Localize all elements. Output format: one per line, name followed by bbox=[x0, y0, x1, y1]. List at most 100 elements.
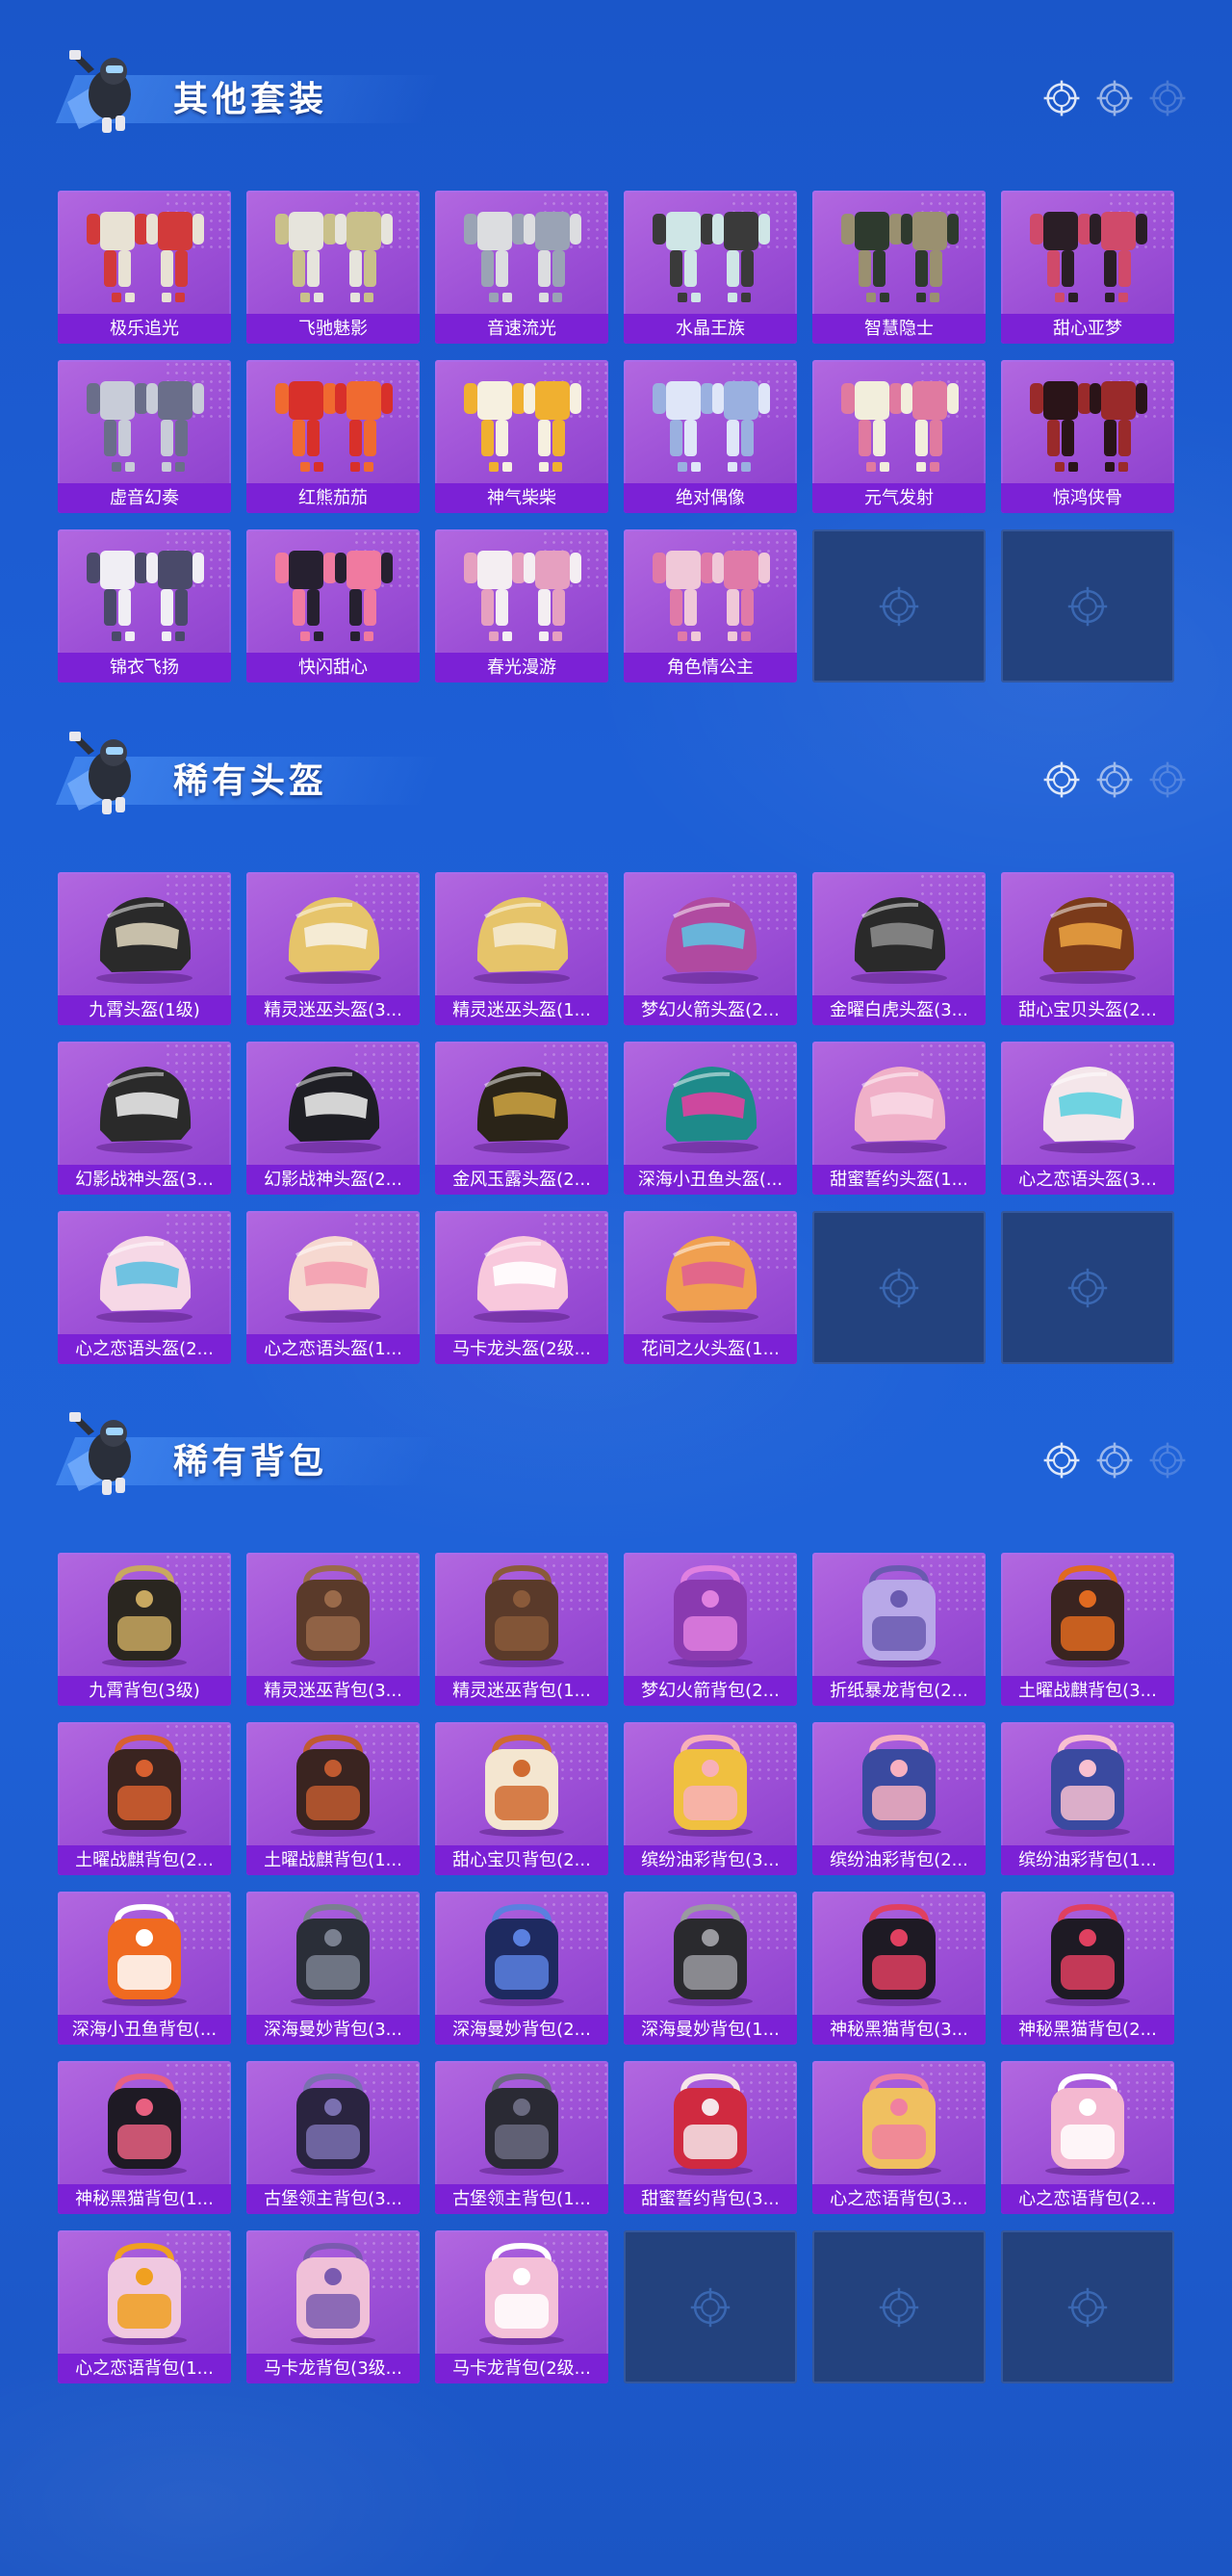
backpack-card[interactable]: 马卡龙背包(2级... bbox=[435, 2230, 608, 2383]
item-name: 元气发射 bbox=[812, 483, 986, 513]
helmet-card[interactable]: 马卡龙头盔(2级... bbox=[435, 1211, 608, 1364]
helmet-card[interactable]: 甜心宝贝头盔(2... bbox=[1001, 872, 1174, 1025]
helmet-image bbox=[851, 897, 947, 984]
backpack-card[interactable]: 九霄背包(3级) bbox=[58, 1553, 231, 1706]
backpack-card[interactable]: 缤纷油彩背包(2... bbox=[812, 1722, 986, 1875]
backpack-card[interactable]: 精灵迷巫背包(3... bbox=[246, 1553, 420, 1706]
backpack-image bbox=[668, 1734, 753, 1837]
suit-card[interactable]: 春光漫游 bbox=[435, 529, 608, 683]
item-name: 幻影战神头盔(3... bbox=[58, 1165, 231, 1195]
item-name: 精灵迷巫背包(3... bbox=[246, 1676, 420, 1706]
item-name: 金曜白虎头盔(3... bbox=[812, 995, 986, 1025]
suit-card[interactable]: 飞驰魅影 bbox=[246, 191, 420, 344]
suit-card[interactable]: 极乐追光 bbox=[58, 191, 231, 344]
item-name: 精灵迷巫头盔(3... bbox=[246, 995, 420, 1025]
item-name: 绝对偶像 bbox=[624, 483, 797, 513]
backpack-card[interactable]: 梦幻火箭背包(2... bbox=[624, 1553, 797, 1706]
suit-image bbox=[653, 212, 770, 302]
suit-card[interactable]: 锦衣飞扬 bbox=[58, 529, 231, 683]
backpack-card[interactable]: 甜心宝贝背包(2... bbox=[435, 1722, 608, 1875]
suit-card[interactable]: 惊鸿侠骨 bbox=[1001, 360, 1174, 513]
backpack-card[interactable]: 心之恋语背包(1... bbox=[58, 2230, 231, 2383]
suit-card[interactable]: 神气柴柴 bbox=[435, 360, 608, 513]
helmet-card[interactable]: 精灵迷巫头盔(1... bbox=[435, 872, 608, 1025]
suit-card[interactable]: 虚音幻奏 bbox=[58, 360, 231, 513]
backpack-card[interactable]: 古堡领主背包(1... bbox=[435, 2061, 608, 2214]
backpack-card[interactable]: 土曜战麒背包(1... bbox=[246, 1722, 420, 1875]
item-name: 古堡领主背包(3... bbox=[246, 2184, 420, 2214]
suit-card[interactable]: 角色情公主 bbox=[624, 529, 797, 683]
empty-slot bbox=[1001, 2230, 1174, 2383]
helmet-card[interactable]: 金风玉露头盔(2... bbox=[435, 1042, 608, 1195]
suit-card[interactable]: 元气发射 bbox=[812, 360, 986, 513]
helmet-image bbox=[1040, 897, 1136, 984]
target-icon bbox=[1095, 80, 1143, 121]
empty-slot bbox=[812, 529, 986, 683]
backpack-card[interactable]: 缤纷油彩背包(1... bbox=[1001, 1722, 1174, 1875]
backpack-card[interactable]: 神秘黑猫背包(2... bbox=[1001, 1892, 1174, 2045]
backpack-card[interactable]: 精灵迷巫背包(1... bbox=[435, 1553, 608, 1706]
helmet-image bbox=[474, 1067, 570, 1153]
backpack-card[interactable]: 神秘黑猫背包(3... bbox=[812, 1892, 986, 2045]
helmet-card[interactable]: 甜蜜誓约头盔(1... bbox=[812, 1042, 986, 1195]
item-name: 甜心宝贝头盔(2... bbox=[1001, 995, 1174, 1025]
helmet-card[interactable]: 金曜白虎头盔(3... bbox=[812, 872, 986, 1025]
mascot-icon bbox=[60, 1406, 152, 1499]
backpack-image bbox=[102, 2073, 187, 2176]
helmet-card[interactable]: 梦幻火箭头盔(2... bbox=[624, 872, 797, 1025]
item-name: 甜心宝贝背包(2... bbox=[435, 1845, 608, 1875]
helmet-card[interactable]: 心之恋语头盔(3... bbox=[1001, 1042, 1174, 1195]
helmet-card[interactable]: 幻影战神头盔(3... bbox=[58, 1042, 231, 1195]
helmet-card[interactable]: 心之恋语头盔(2... bbox=[58, 1211, 231, 1364]
backpack-card[interactable]: 深海曼妙背包(2... bbox=[435, 1892, 608, 2045]
suit-card[interactable]: 音速流光 bbox=[435, 191, 608, 344]
suit-card[interactable]: 智慧隐士 bbox=[812, 191, 986, 344]
suit-image bbox=[87, 381, 204, 472]
backpack-card[interactable]: 土曜战麒背包(3... bbox=[1001, 1553, 1174, 1706]
suit-image bbox=[87, 212, 204, 302]
backpack-card[interactable]: 心之恋语背包(3... bbox=[812, 2061, 986, 2214]
section-title: 稀有头盔 bbox=[173, 761, 328, 801]
backpack-card[interactable]: 缤纷油彩背包(3... bbox=[624, 1722, 797, 1875]
backpack-card[interactable]: 深海小丑鱼背包(... bbox=[58, 1892, 231, 2045]
backpack-image bbox=[1045, 1734, 1130, 1837]
empty-slot bbox=[1001, 529, 1174, 683]
suit-card[interactable]: 水晶王族 bbox=[624, 191, 797, 344]
item-name: 甜蜜誓约背包(3... bbox=[624, 2184, 797, 2214]
suit-card[interactable]: 快闪甜心 bbox=[246, 529, 420, 683]
empty-slot bbox=[812, 1211, 986, 1364]
target-icon bbox=[1148, 1442, 1196, 1483]
item-name: 甜心亚梦 bbox=[1001, 314, 1174, 344]
helmet-card[interactable]: 心之恋语头盔(1... bbox=[246, 1211, 420, 1364]
helmet-card[interactable]: 精灵迷巫头盔(3... bbox=[246, 872, 420, 1025]
backpack-card[interactable]: 甜蜜誓约背包(3... bbox=[624, 2061, 797, 2214]
target-icon bbox=[1042, 80, 1091, 121]
backpack-card[interactable]: 古堡领主背包(3... bbox=[246, 2061, 420, 2214]
item-name: 折纸暴龙背包(2... bbox=[812, 1676, 986, 1706]
helmet-card[interactable]: 深海小丑鱼头盔(... bbox=[624, 1042, 797, 1195]
suit-image bbox=[464, 212, 581, 302]
suit-card[interactable]: 绝对偶像 bbox=[624, 360, 797, 513]
suit-card[interactable]: 甜心亚梦 bbox=[1001, 191, 1174, 344]
backpack-card[interactable]: 深海曼妙背包(3... bbox=[246, 1892, 420, 2045]
item-name: 梦幻火箭头盔(2... bbox=[624, 995, 797, 1025]
helmet-card[interactable]: 九霄头盔(1级) bbox=[58, 872, 231, 1025]
suit-card[interactable]: 红熊茄茄 bbox=[246, 360, 420, 513]
helmet-card[interactable]: 花间之火头盔(1... bbox=[624, 1211, 797, 1364]
backpack-image bbox=[479, 1903, 564, 2006]
backpack-card[interactable]: 心之恋语背包(2... bbox=[1001, 2061, 1174, 2214]
backpack-image bbox=[1045, 2073, 1130, 2176]
item-name: 角色情公主 bbox=[624, 653, 797, 683]
item-name: 心之恋语头盔(3... bbox=[1001, 1165, 1174, 1195]
item-name: 智慧隐士 bbox=[812, 314, 986, 344]
backpack-card[interactable]: 折纸暴龙背包(2... bbox=[812, 1553, 986, 1706]
backpack-image bbox=[291, 2242, 375, 2345]
suit-image bbox=[1030, 381, 1147, 472]
backpack-card[interactable]: 神秘黑猫背包(1... bbox=[58, 2061, 231, 2214]
backpack-card[interactable]: 土曜战麒背包(2... bbox=[58, 1722, 231, 1875]
backpack-image bbox=[857, 1564, 941, 1667]
helmet-card[interactable]: 幻影战神头盔(2... bbox=[246, 1042, 420, 1195]
backpack-image bbox=[102, 2242, 187, 2345]
backpack-card[interactable]: 马卡龙背包(3级... bbox=[246, 2230, 420, 2383]
backpack-card[interactable]: 深海曼妙背包(1... bbox=[624, 1892, 797, 2045]
